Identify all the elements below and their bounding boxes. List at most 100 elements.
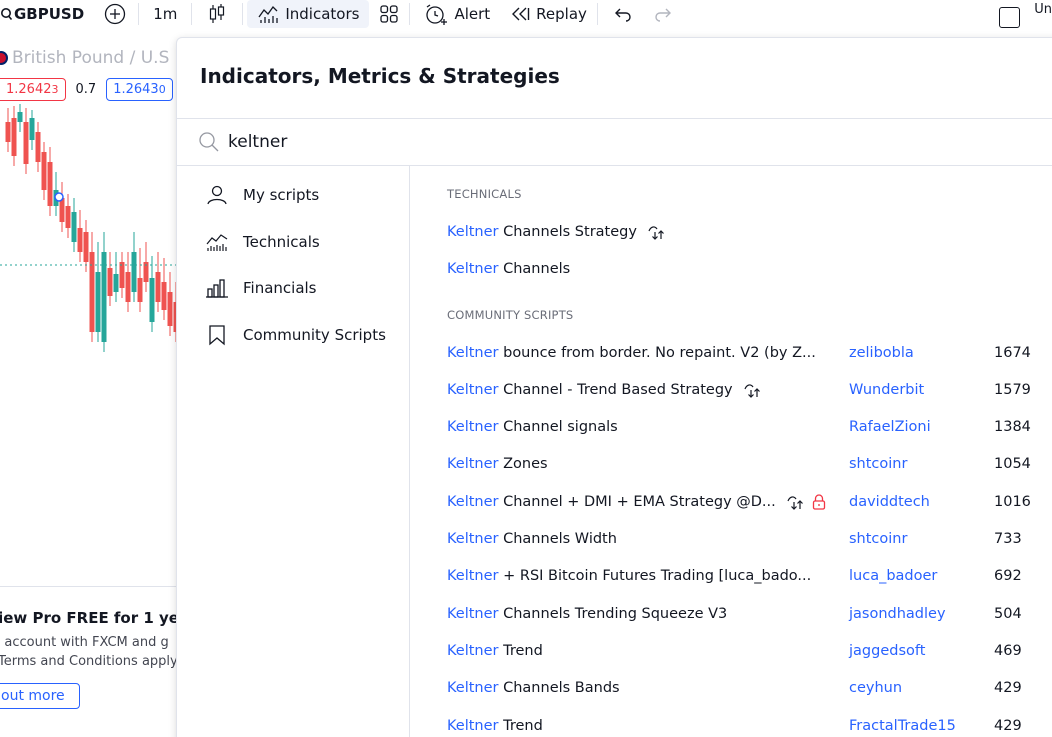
script-title-rest: Channels Width <box>498 531 617 547</box>
result-row[interactable]: Keltner Channels Strategy <box>410 213 1052 250</box>
sell-price-small: 3 <box>51 83 59 96</box>
result-row[interactable]: Keltner Trend jaggedsoft 469 <box>410 632 1052 669</box>
search-keyword-highlight: Keltner <box>447 223 499 240</box>
symbol-search-button[interactable]: GBPUSD <box>0 0 92 28</box>
script-title-rest: Trend <box>498 642 543 659</box>
interval-button[interactable]: 1m <box>139 0 191 28</box>
find-out-more-button[interactable]: out more <box>0 683 80 709</box>
sidebar-item-label: Technicals <box>243 232 320 251</box>
buy-price-button[interactable]: 1.26430 <box>106 78 173 101</box>
strategy-icon <box>744 384 760 398</box>
boost-count: 469 <box>994 642 1022 659</box>
boost-count: 733 <box>994 531 1022 547</box>
search-keyword-highlight: Keltner <box>447 381 499 398</box>
buy-price-main: 1.2643 <box>113 82 159 97</box>
uk-flag-icon <box>0 51 8 65</box>
author-link[interactable]: Wunderbit <box>849 382 924 398</box>
script-title-rest: Channel - Trend Based Strategy <box>498 381 733 398</box>
search-icon <box>199 132 219 152</box>
candle <box>17 104 23 132</box>
result-row[interactable]: Keltner Channels Trending Squeeze V3 jaso… <box>410 595 1052 632</box>
author-link[interactable]: zelibobla <box>849 345 914 361</box>
author-link[interactable]: jasondhadley <box>849 606 946 622</box>
sell-price-button[interactable]: 1.26423 <box>0 78 66 101</box>
redo-icon <box>655 8 671 22</box>
candle <box>5 108 11 152</box>
alert-label: Alert <box>454 5 491 23</box>
search-keyword-highlight: Keltner <box>447 344 499 361</box>
result-row[interactable]: Keltner bounce from border. No repaint. … <box>410 334 1052 371</box>
result-row[interactable]: Keltner Channels Bands ceyhun 429 <box>410 670 1052 707</box>
candle <box>71 198 77 252</box>
author-link[interactable]: daviddtech <box>849 494 930 510</box>
candle <box>131 232 137 302</box>
result-row[interactable]: Keltner Channels Width shtcoinr 733 <box>410 521 1052 558</box>
script-name: Keltner Trend <box>447 643 543 659</box>
indicators-dialog: Indicators, Metrics & Strategies My scri… <box>176 37 1052 737</box>
unnamed-checkbox[interactable] <box>999 6 1021 28</box>
strategy-icon <box>648 225 664 240</box>
script-name: Keltner Channels Bands <box>447 680 620 696</box>
compare-symbol-button[interactable] <box>92 0 138 28</box>
sidebar-item-my-scripts[interactable]: My scripts <box>177 172 409 219</box>
price-panel: 1.26423 0.7 1.26430 <box>0 78 173 101</box>
result-row[interactable]: Keltner + RSI Bitcoin Futures Trading [l… <box>410 558 1052 595</box>
result-row[interactable]: Keltner Zones shtcoinr 1054 <box>410 446 1052 483</box>
result-row[interactable]: Keltner Channels <box>410 250 1052 287</box>
redo-button[interactable] <box>644 0 682 28</box>
author-link[interactable]: ceyhun <box>849 680 902 696</box>
promo-text-line-1: n account with FXCM and g <box>0 635 169 650</box>
author-link[interactable]: RafaelZioni <box>849 419 931 435</box>
sidebar-item-label: My scripts <box>243 186 320 205</box>
candle <box>59 182 65 232</box>
indicators-icon <box>258 5 278 23</box>
candle <box>35 122 41 172</box>
candle <box>11 106 17 166</box>
author-link[interactable]: shtcoinr <box>849 531 907 547</box>
author-link[interactable]: FractalTrade15 <box>849 718 956 734</box>
alert-button[interactable]: Alert <box>410 0 500 28</box>
section-heading-technicals: TECHNICALS <box>447 187 522 201</box>
sidebar-item-community-scripts[interactable]: Community Scripts <box>177 312 409 359</box>
candle <box>155 252 161 312</box>
chart-type-button[interactable] <box>192 0 242 28</box>
result-row[interactable]: Keltner Trend FractalTrade15 429 <box>410 707 1052 737</box>
candle <box>167 272 173 336</box>
sidebar-item-financials[interactable]: Financials <box>177 265 409 312</box>
boost-count: 429 <box>994 680 1022 697</box>
candle <box>149 256 155 332</box>
script-name: Keltner + RSI Bitcoin Futures Trading [l… <box>447 568 811 584</box>
search-input[interactable] <box>228 132 828 152</box>
author-link[interactable]: shtcoinr <box>849 456 907 472</box>
replay-button[interactable]: Replay <box>500 0 597 28</box>
search-keyword-highlight: Keltner <box>447 531 499 547</box>
result-row[interactable]: Keltner Channel + DMI + EMA Strategy @D.… <box>410 483 1052 520</box>
result-row[interactable]: Keltner Channel - Trend Based Strategy Wu… <box>410 371 1052 408</box>
sidebar-item-technicals[interactable]: Technicals <box>177 219 409 266</box>
chart-area[interactable]: British Pound / U.S 1.26423 0.7 1.26430 … <box>0 36 178 737</box>
script-title-rest: Channels <box>498 260 571 277</box>
script-title-rest: Channel + DMI + EMA Strategy @D... <box>498 493 776 510</box>
indicators-button[interactable]: Indicators <box>247 0 370 28</box>
bookmark-icon <box>209 325 225 346</box>
section-heading-community: COMMUNITY SCRIPTS <box>447 308 574 322</box>
author-link[interactable]: luca_badoer <box>849 568 937 584</box>
interval-label: 1m <box>153 5 178 23</box>
undo-button[interactable] <box>598 0 644 28</box>
search-keyword-highlight: Keltner <box>447 642 499 659</box>
promo-text-line-2: Terms and Conditions apply <box>0 654 178 669</box>
author-link[interactable]: jaggedsoft <box>849 643 925 659</box>
search-keyword-highlight: Keltner <box>447 680 499 697</box>
result-row[interactable]: Keltner Channel signals RafaelZioni 1384 <box>410 409 1052 446</box>
search-keyword-highlight: Keltner <box>447 568 499 585</box>
candle <box>41 142 47 200</box>
replay-label: Replay <box>536 5 587 23</box>
search-keyword-highlight: Keltner <box>447 419 499 436</box>
layout-templates-button[interactable] <box>369 0 409 28</box>
symbol-label: GBPUSD <box>14 5 85 23</box>
script-name: Keltner Channel signals <box>447 419 618 435</box>
search-bar <box>177 118 1052 166</box>
candle <box>143 242 149 292</box>
technicals-chart-icon <box>206 233 228 251</box>
category-sidebar: My scripts Technicals Financials Communi… <box>177 166 410 737</box>
